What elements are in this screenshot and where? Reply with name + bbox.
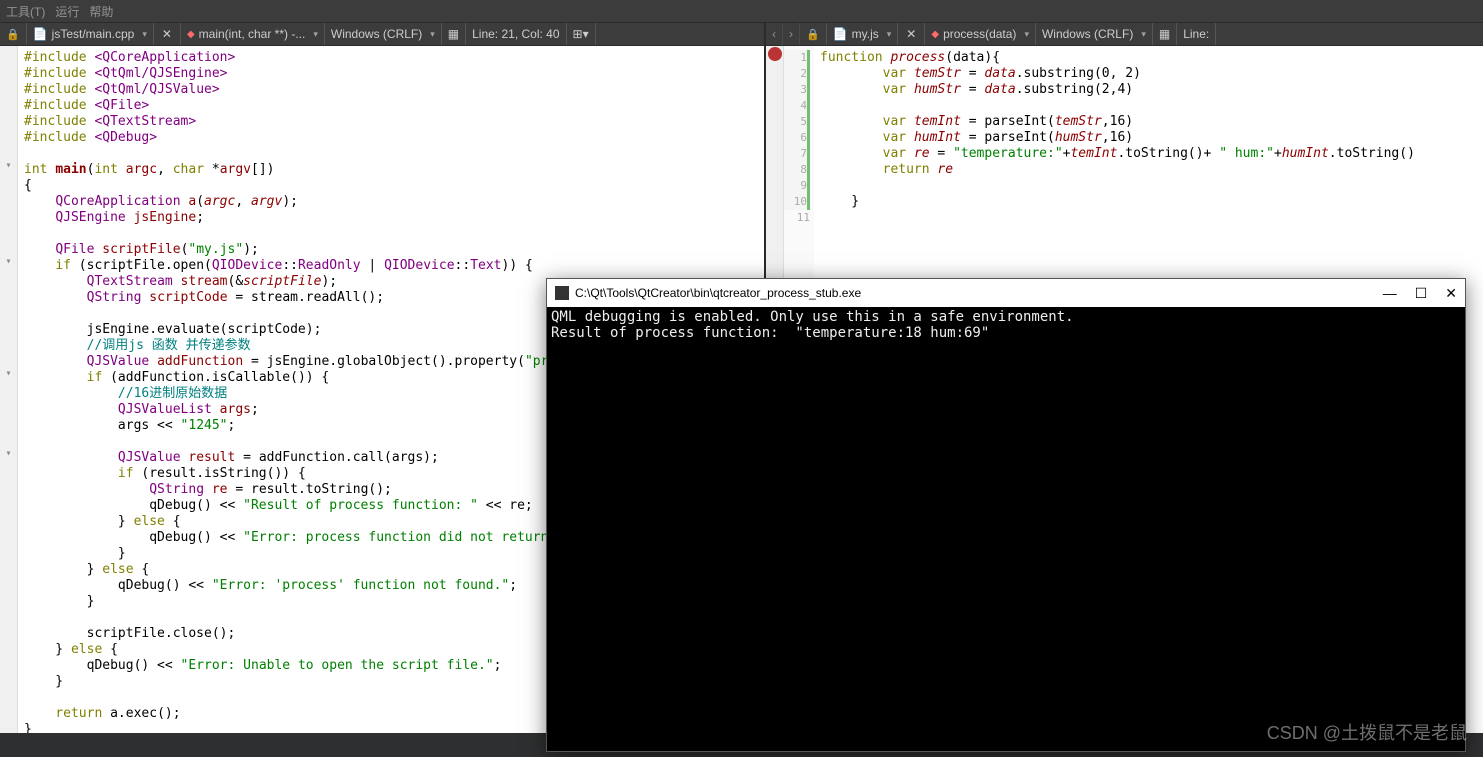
menu-item[interactable]: 工具(T) <box>6 3 45 20</box>
console-title: C:\Qt\Tools\QtCreator\bin\qtcreator_proc… <box>575 286 861 300</box>
line-col-info[interactable]: Line: <box>1177 23 1216 45</box>
maximize-button[interactable]: ☐ <box>1415 285 1428 302</box>
line-col-info[interactable]: Line: 21, Col: 40 <box>466 23 566 45</box>
grid-icon[interactable]: ▦ <box>442 23 466 45</box>
symbol-name: process(data) <box>943 27 1016 41</box>
console-titlebar[interactable]: C:\Qt\Tools\QtCreator\bin\qtcreator_proc… <box>547 279 1465 307</box>
file-selector[interactable]: 📄 my.js <box>827 23 899 45</box>
left-toolbar: 🔒 📄 jsTest/main.cpp ✕ ◆ main(int, char *… <box>0 22 764 46</box>
fold-chevron-icon[interactable]: ▾ <box>0 254 17 270</box>
lock-icon[interactable]: 🔒 <box>0 23 27 45</box>
menu-item[interactable]: 帮助 <box>89 3 113 20</box>
menu-item[interactable]: 运行 <box>55 3 79 20</box>
lock-icon[interactable]: 🔒 <box>800 23 827 45</box>
file-icon: 📄 <box>833 27 848 41</box>
file-icon: 📄 <box>33 27 48 41</box>
close-tab[interactable]: ✕ <box>154 23 181 45</box>
close-tab[interactable]: ✕ <box>898 23 925 45</box>
file-name: my.js <box>852 27 879 41</box>
diamond-icon: ◆ <box>931 29 939 40</box>
file-selector[interactable]: 📄 jsTest/main.cpp <box>27 23 154 45</box>
close-button[interactable]: ✕ <box>1445 285 1457 302</box>
fold-chevron-icon[interactable]: ▾ <box>0 446 17 462</box>
file-name: jsTest/main.cpp <box>52 27 135 41</box>
symbol-name: main(int, char **) -... <box>199 27 306 41</box>
symbol-selector[interactable]: ◆ process(data) <box>925 23 1036 45</box>
menu-bar: 工具(T) 运行 帮助 <box>0 0 1483 22</box>
minimize-button[interactable]: — <box>1383 285 1397 302</box>
encoding-selector[interactable]: Windows (CRLF) <box>325 23 442 45</box>
nav-fwd-icon[interactable]: › <box>783 23 800 45</box>
breakpoint-icon[interactable] <box>768 47 782 61</box>
encoding-selector[interactable]: Windows (CRLF) <box>1036 23 1153 45</box>
console-window[interactable]: C:\Qt\Tools\QtCreator\bin\qtcreator_proc… <box>546 278 1466 752</box>
split-icon[interactable]: ⊞▾ <box>567 23 596 45</box>
symbol-selector[interactable]: ◆ main(int, char **) -... <box>181 23 325 45</box>
nav-back-icon[interactable]: ‹ <box>766 23 783 45</box>
grid-icon[interactable]: ▦ <box>1153 23 1177 45</box>
right-toolbar: ‹ › 🔒 📄 my.js ✕ ◆ process(data) Windows … <box>766 22 1483 46</box>
fold-chevron-icon[interactable]: ▾ <box>0 158 17 174</box>
console-icon <box>555 286 569 300</box>
console-output: QML debugging is enabled. Only use this … <box>547 307 1465 343</box>
fold-gutter[interactable]: ▾ ▾ ▾ ▾ <box>0 46 18 733</box>
diamond-icon: ◆ <box>187 29 195 40</box>
fold-chevron-icon[interactable]: ▾ <box>0 366 17 382</box>
